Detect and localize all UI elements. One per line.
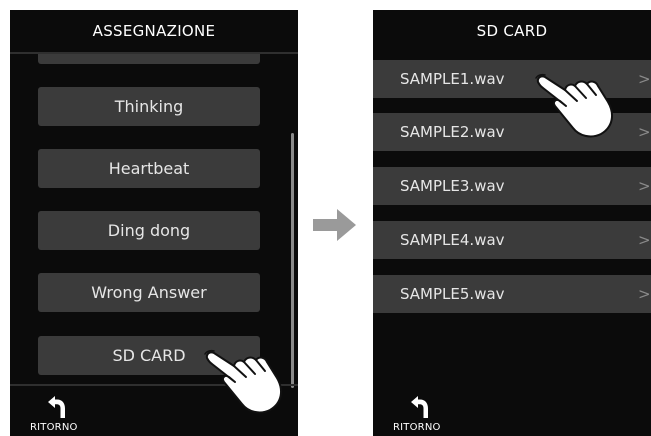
return-arrow-icon [48,396,65,418]
item-heartbeat[interactable]: Heartbeat [38,149,260,188]
file-name: SAMPLE3.wav [400,177,505,195]
return-arrow-icon [411,396,428,418]
item-wrong-answer[interactable]: Wrong Answer [38,273,260,312]
scrollbar[interactable] [291,133,294,388]
chevron-right-icon: > [638,231,651,249]
file-name: SAMPLE1.wav [400,70,505,88]
chevron-right-icon: > [638,123,651,141]
pointing-hand-icon [535,73,614,138]
return-button[interactable]: RITORNO [389,392,449,436]
file-name: SAMPLE4.wav [400,231,505,249]
return-label: RITORNO [393,422,441,433]
return-label: RITORNO [30,422,78,433]
return-button[interactable]: RITORNO [26,392,86,436]
partially-hidden-item[interactable] [38,54,260,64]
file-name: SAMPLE2.wav [400,123,505,141]
right-arrow-icon [313,209,356,241]
item-thinking[interactable]: Thinking [38,87,260,126]
chevron-right-icon: > [638,177,651,195]
file-row-sample3[interactable]: SAMPLE3.wav > [373,167,651,205]
chevron-right-icon: > [638,70,651,88]
screen-title: SD CARD [476,22,548,40]
file-row-sample4[interactable]: SAMPLE4.wav > [373,221,651,259]
item-ding-dong[interactable]: Ding dong [38,211,260,250]
pointing-hand-icon [204,349,283,414]
file-row-sample5[interactable]: SAMPLE5.wav > [373,275,651,313]
file-name: SAMPLE5.wav [400,285,505,303]
chevron-right-icon: > [638,285,651,303]
screen-title: ASSEGNAZIONE [92,22,216,40]
